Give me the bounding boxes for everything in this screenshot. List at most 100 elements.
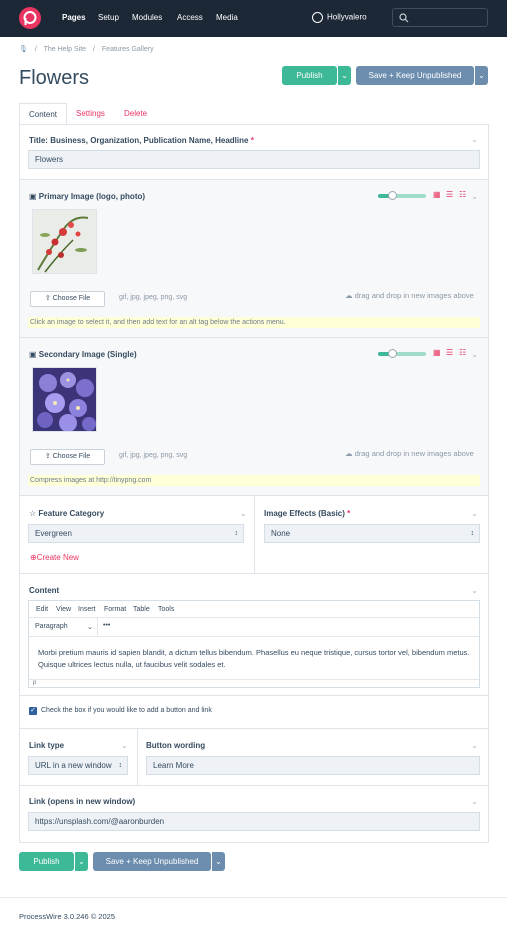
create-new-link[interactable]: ⊕Create New bbox=[30, 553, 79, 562]
user-icon bbox=[312, 12, 323, 23]
collapse-icon[interactable]: ⌄ bbox=[471, 741, 478, 750]
menu-table[interactable]: Table bbox=[133, 606, 150, 613]
nav-modules[interactable]: Modules bbox=[132, 13, 162, 22]
tab-content[interactable]: Content bbox=[19, 103, 67, 125]
grid-view-icon[interactable]: ▦ bbox=[433, 190, 441, 199]
menu-insert[interactable]: Insert bbox=[78, 606, 96, 613]
select-arrows-icon: ↕ bbox=[470, 530, 475, 537]
tab-delete[interactable]: Delete bbox=[124, 103, 147, 125]
list-view-icon[interactable]: ☰ bbox=[446, 190, 453, 199]
field-primary-image: ▣ Primary Image (logo, photo) ▦ ☰ ☷ ⌄ ⇪ … bbox=[20, 180, 488, 338]
add-button-checkbox[interactable]: ✓ bbox=[29, 707, 37, 715]
list-view-icon[interactable]: ☰ bbox=[446, 348, 453, 357]
collapse-icon[interactable]: ⌄ bbox=[471, 586, 478, 595]
editor-menubar: Edit View Insert Format Table Tools bbox=[29, 601, 479, 618]
menu-tools[interactable]: Tools bbox=[158, 606, 174, 613]
field-link: Link (opens in new window) ⌄ https://uns… bbox=[20, 786, 488, 843]
top-bar: Pages Setup Modules Access Media Hollyva… bbox=[0, 0, 507, 37]
breadcrumb: 🎙 / The Help Site / Features Gallery bbox=[19, 46, 154, 53]
compact-view-icon[interactable]: ☷ bbox=[459, 190, 466, 199]
publish-dropdown-button-bottom[interactable]: ⌄ bbox=[74, 852, 88, 871]
processwire-logo[interactable] bbox=[19, 7, 41, 29]
footer-version: ProcessWire 3.0.246 © 2025 bbox=[19, 912, 115, 921]
upload-icon: ⇪ bbox=[44, 453, 51, 460]
choose-file-button[interactable]: ⇪ Choose File bbox=[30, 291, 105, 307]
field-row-category-effects: ☆ Feature Category ⌄ Evergreen ↕ ⊕Create … bbox=[20, 496, 488, 574]
home-icon[interactable]: 🎙 bbox=[19, 46, 28, 53]
allowed-file-types: gif, jpg, jpeg, png, svg bbox=[119, 452, 188, 459]
search-input[interactable] bbox=[392, 8, 488, 27]
collapse-icon[interactable]: ⌄ bbox=[240, 509, 247, 518]
user-menu[interactable]: Hollyvalero bbox=[312, 12, 367, 23]
feature-category-label: ☆ Feature Category bbox=[29, 509, 105, 518]
menu-edit[interactable]: Edit bbox=[36, 606, 48, 613]
link-label: Link (opens in new window) bbox=[29, 797, 136, 806]
thumbnail-size-slider[interactable] bbox=[378, 191, 426, 200]
drag-drop-hint: ☁ drag and drop in new images above bbox=[345, 449, 474, 458]
breadcrumb-item[interactable]: Features Gallery bbox=[102, 46, 154, 53]
image-effects-label: Image Effects (Basic) * bbox=[264, 509, 351, 518]
field-secondary-image: ▣ Secondary Image (Single) ▦ ☰ ☷ ⌄ ⇪ Cho… bbox=[20, 338, 488, 496]
user-name: Hollyvalero bbox=[327, 12, 367, 22]
collapse-icon[interactable]: ⌄ bbox=[471, 192, 478, 201]
save-dropdown-button-bottom[interactable]: ⌄ bbox=[211, 852, 225, 871]
more-toolbar-button[interactable]: ••• bbox=[103, 622, 110, 629]
tab-settings[interactable]: Settings bbox=[76, 103, 105, 125]
allowed-file-types: gif, jpg, jpeg, png, svg bbox=[119, 294, 188, 301]
link-type-select[interactable]: URL in a new window ↕ bbox=[28, 756, 128, 775]
editor-body-text[interactable]: Morbi pretium mauris id sapien blandit, … bbox=[38, 647, 472, 671]
choose-file-button[interactable]: ⇪ Choose File bbox=[30, 449, 105, 465]
secondary-image-thumbnail[interactable] bbox=[32, 367, 97, 432]
collapse-icon[interactable]: ⌄ bbox=[471, 350, 478, 359]
field-row-link-button: Link type ⌄ URL in a new window ↕ Button … bbox=[20, 729, 488, 786]
secondary-image-label: ▣ Secondary Image (Single) bbox=[29, 350, 137, 359]
collapse-icon[interactable]: ⌄ bbox=[471, 509, 478, 518]
select-arrows-icon: ↕ bbox=[234, 530, 239, 537]
primary-image-thumbnail[interactable] bbox=[32, 209, 97, 274]
title-label: Title: Business, Organization, Publicati… bbox=[29, 136, 254, 145]
collapse-icon[interactable]: ⌄ bbox=[471, 797, 478, 806]
image-effects-select[interactable]: None ↕ bbox=[264, 524, 480, 543]
plus-circle-icon: ⊕ bbox=[30, 553, 37, 562]
image-note: Compress images at http://tinypng.com bbox=[28, 475, 480, 486]
add-button-label: Check the box if you would like to add a… bbox=[41, 707, 212, 714]
nav-media[interactable]: Media bbox=[216, 13, 238, 22]
search-icon bbox=[399, 13, 409, 23]
collapse-icon[interactable]: ⌄ bbox=[471, 135, 478, 144]
save-dropdown-button[interactable]: ⌄ bbox=[474, 66, 488, 85]
feature-category-select[interactable]: Evergreen ↕ bbox=[28, 524, 244, 543]
rich-text-editor[interactable]: Edit View Insert Format Table Tools Para… bbox=[28, 600, 480, 688]
image-icon: ▣ bbox=[29, 192, 37, 201]
nav-pages[interactable]: Pages bbox=[62, 13, 86, 22]
save-keep-unpublished-button[interactable]: Save + Keep Unpublished bbox=[356, 66, 474, 85]
page-edit-form: Title: Business, Organization, Publicati… bbox=[19, 124, 489, 843]
star-icon: ☆ bbox=[29, 509, 37, 518]
field-title: Title: Business, Organization, Publicati… bbox=[20, 125, 488, 180]
publish-button[interactable]: Publish bbox=[282, 66, 337, 85]
save-keep-unpublished-button-bottom[interactable]: Save + Keep Unpublished bbox=[93, 852, 211, 871]
drag-drop-hint: ☁ drag and drop in new images above bbox=[345, 291, 474, 300]
title-input[interactable]: Flowers bbox=[28, 150, 480, 169]
cloud-upload-icon: ☁ bbox=[345, 291, 353, 300]
nav-access[interactable]: Access bbox=[177, 13, 203, 22]
block-format-dropdown[interactable]: Paragraph bbox=[35, 623, 68, 630]
button-wording-input[interactable]: Learn More bbox=[146, 756, 480, 775]
editor-statusbar: p bbox=[29, 679, 479, 688]
cloud-upload-icon: ☁ bbox=[345, 449, 353, 458]
menu-format[interactable]: Format bbox=[104, 606, 126, 613]
chevron-down-icon[interactable]: ⌄ bbox=[87, 623, 93, 631]
collapse-icon[interactable]: ⌄ bbox=[121, 741, 128, 750]
image-icon: ▣ bbox=[29, 350, 37, 359]
field-content: Content ⌄ Edit View Insert Format Table … bbox=[20, 574, 488, 696]
menu-view[interactable]: View bbox=[56, 606, 71, 613]
link-input[interactable]: https://unsplash.com/@aaronburden bbox=[28, 812, 480, 831]
breadcrumb-item[interactable]: The Help Site bbox=[44, 46, 86, 53]
primary-image-label: ▣ Primary Image (logo, photo) bbox=[29, 192, 146, 201]
publish-dropdown-button[interactable]: ⌄ bbox=[337, 66, 351, 85]
thumbnail-size-slider[interactable] bbox=[378, 349, 426, 358]
publish-button-bottom[interactable]: Publish bbox=[19, 852, 74, 871]
editor-toolbar: Paragraph ⌄ ••• bbox=[29, 618, 479, 637]
nav-setup[interactable]: Setup bbox=[98, 13, 119, 22]
compact-view-icon[interactable]: ☷ bbox=[459, 348, 466, 357]
grid-view-icon[interactable]: ▦ bbox=[433, 348, 441, 357]
